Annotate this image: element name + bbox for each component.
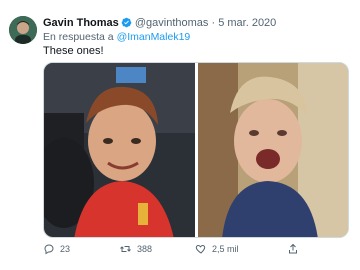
separator-dot: · [211, 17, 216, 29]
like-button[interactable]: 2,5 mil [195, 243, 239, 255]
reply-mention-link[interactable]: @ImanMalek19 [117, 31, 191, 43]
reply-count: 23 [60, 244, 71, 254]
retweet-icon [119, 243, 132, 255]
tweet-date[interactable]: 5 mar. 2020 [218, 17, 276, 29]
media-grid [43, 62, 349, 238]
like-count: 2,5 mil [212, 244, 239, 254]
author-name[interactable]: Gavin Thomas [43, 17, 119, 29]
author-handle[interactable]: @gavinthomas [135, 17, 209, 29]
retweet-button[interactable]: 388 [119, 243, 152, 255]
tweet-text: These ones! [43, 45, 104, 57]
tweet-actions: 23 388 2,5 mil [43, 243, 349, 257]
share-button[interactable] [287, 243, 299, 255]
retweet-count: 388 [137, 244, 153, 254]
avatar[interactable] [9, 16, 37, 44]
like-icon [195, 243, 207, 255]
reply-prefix: En respuesta a [43, 31, 114, 43]
reply-button[interactable]: 23 [43, 243, 70, 255]
share-icon [287, 243, 299, 255]
verified-badge-icon [121, 17, 132, 32]
screaming-kid-photo[interactable] [198, 63, 348, 237]
reply-context: En respuesta a @ImanMalek19 [43, 31, 190, 43]
smiling-kid-photo[interactable] [44, 63, 195, 237]
reply-icon [43, 243, 55, 255]
tweet-header: Gavin Thomas @gavinthomas · 5 mar. 2020 [43, 16, 276, 32]
